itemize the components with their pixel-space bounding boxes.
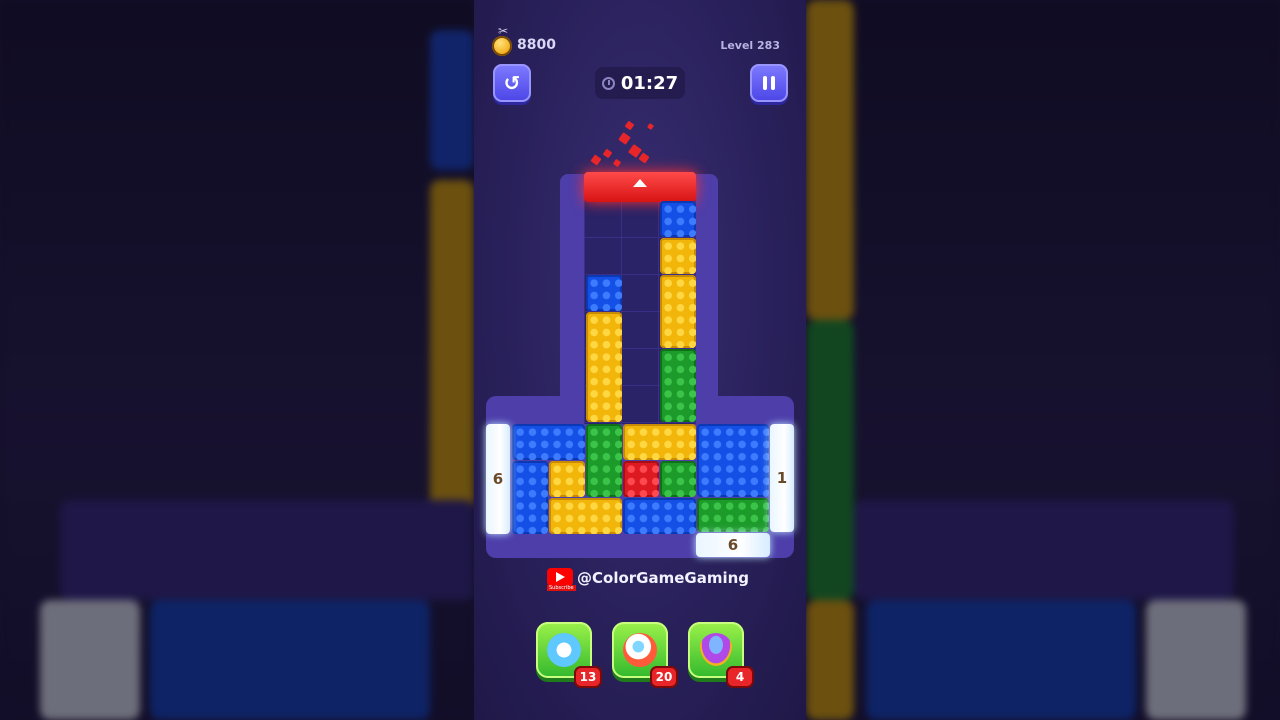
debris xyxy=(618,132,631,145)
block-blue[interactable] xyxy=(512,424,585,460)
block-yellow[interactable] xyxy=(623,424,696,460)
undo-icon: ↺ xyxy=(503,71,521,95)
block-green[interactable] xyxy=(660,461,696,497)
debris xyxy=(612,158,622,168)
booster-count: 20 xyxy=(652,668,676,686)
youtube-icon xyxy=(547,568,573,586)
coin-count: 8800 xyxy=(517,37,556,53)
debris xyxy=(638,152,650,164)
block-green[interactable] xyxy=(697,498,769,532)
block-yellow[interactable] xyxy=(660,275,696,348)
ice-counter-bottom: 6 xyxy=(727,536,739,554)
debris xyxy=(590,154,602,166)
block-yellow[interactable] xyxy=(660,238,696,274)
channel-handle: @ColorGameGaming xyxy=(577,569,750,587)
coin-icon xyxy=(492,36,512,56)
block-yellow[interactable] xyxy=(586,312,622,422)
block-red[interactable] xyxy=(623,461,659,497)
alarm-clock-icon xyxy=(547,633,581,667)
debris xyxy=(624,120,635,131)
booster-ufo[interactable]: 4 xyxy=(688,622,752,686)
pause-button[interactable] xyxy=(750,64,788,102)
booster-count: 13 xyxy=(576,668,600,686)
ice-barrier-right: 1 xyxy=(770,424,794,532)
booster-rocket[interactable]: 20 xyxy=(612,622,676,686)
ice-barrier-bottom: 6 xyxy=(696,533,770,557)
ice-barrier-left: 6 xyxy=(486,424,510,534)
pause-icon xyxy=(761,76,777,90)
subscribe-label: Subscribe xyxy=(547,585,576,591)
booster-count: 4 xyxy=(728,668,752,686)
ufo-icon xyxy=(699,633,733,667)
timer-text: 01:27 xyxy=(620,72,679,94)
ice-counter-left: 6 xyxy=(492,470,504,488)
timer: 01:27 xyxy=(595,67,685,99)
block-yellow[interactable] xyxy=(549,461,585,497)
block-blue[interactable] xyxy=(512,461,548,534)
debris xyxy=(647,123,654,130)
exit-gate-red xyxy=(584,172,696,202)
game-screen: ✂ 8800 Level 283 ↺ 01:27 6 1 6 Subscribe… xyxy=(474,0,806,720)
level-label: Level 283 xyxy=(720,39,780,52)
up-arrow-icon xyxy=(633,179,647,187)
blurred-backdrop-right xyxy=(806,0,1280,720)
block-yellow[interactable] xyxy=(549,498,622,534)
block-blue[interactable] xyxy=(697,424,769,497)
rocket-icon xyxy=(623,633,657,667)
blurred-backdrop-left xyxy=(0,0,474,720)
block-blue[interactable] xyxy=(660,201,696,237)
booster-alarm-clock[interactable]: 13 xyxy=(536,622,600,686)
undo-button[interactable]: ↺ xyxy=(493,64,531,102)
block-green[interactable] xyxy=(586,424,622,497)
block-blue[interactable] xyxy=(623,498,696,534)
debris xyxy=(602,148,613,159)
clock-icon xyxy=(601,76,615,90)
block-green[interactable] xyxy=(660,349,696,422)
block-blue[interactable] xyxy=(586,275,622,311)
ice-counter-right: 1 xyxy=(776,469,788,487)
